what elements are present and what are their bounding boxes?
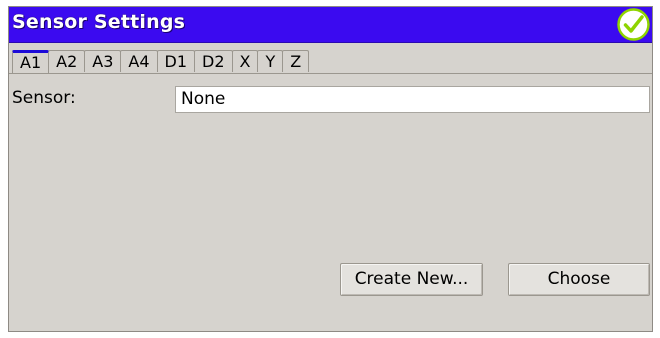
tab-bar: A1 A2 A3 A4 D1 D2 X Y Z [12, 50, 310, 73]
tab-a4[interactable]: A4 [120, 50, 158, 72]
choose-button[interactable]: Choose [508, 263, 650, 296]
checkmark-circle-icon[interactable] [617, 8, 650, 41]
tab-d2[interactable]: D2 [194, 50, 233, 72]
create-new-button[interactable]: Create New... [340, 263, 483, 296]
window-title: Sensor Settings [12, 11, 186, 33]
tab-a1[interactable]: A1 [12, 50, 50, 73]
title-bar: Sensor Settings [9, 7, 652, 43]
tab-a3[interactable]: A3 [84, 50, 122, 72]
tab-x[interactable]: X [231, 50, 259, 72]
sensor-field[interactable]: None [175, 86, 650, 113]
sensor-settings-window: Sensor Settings A1 A2 A3 A4 D1 D2 X Y Z … [8, 6, 653, 332]
tab-z[interactable]: Z [282, 50, 310, 72]
tab-y[interactable]: Y [257, 50, 284, 72]
tab-d1[interactable]: D1 [156, 50, 195, 72]
tab-a2[interactable]: A2 [48, 50, 86, 72]
tab-divider [9, 73, 652, 74]
sensor-label: Sensor: [12, 88, 76, 108]
